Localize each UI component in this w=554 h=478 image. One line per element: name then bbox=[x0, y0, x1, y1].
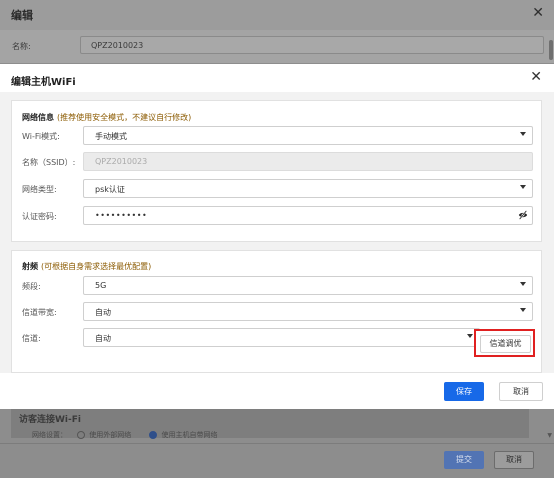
background-guest-network-label: 网络设置： bbox=[32, 431, 67, 439]
wifi-mode-select[interactable]: 手动模式 bbox=[83, 126, 533, 145]
background-guest-option-external: 使用外部网络 bbox=[77, 431, 139, 439]
channel-value: 自动 bbox=[95, 334, 111, 343]
channel-tune-button[interactable]: 信道调优 bbox=[480, 335, 531, 353]
radio-off-icon bbox=[77, 431, 86, 439]
background-scrollbar bbox=[549, 40, 553, 60]
network-type-select[interactable]: psk认证 bbox=[83, 179, 533, 198]
radio-frequency-title: 射频 bbox=[22, 262, 38, 271]
background-guest-title: 访客连接Wi-Fi bbox=[19, 415, 81, 425]
chevron-down-icon bbox=[520, 282, 526, 286]
background-scroll-down-icon: ▼ bbox=[547, 432, 552, 439]
ssid-label: 名称（SSID）: bbox=[22, 158, 76, 167]
network-info-panel: 网络信息 (推荐使用安全模式，不建议自行修改) Wi-Fi模式: 手动模式 名称（… bbox=[11, 100, 542, 242]
radio-frequency-heading: 射频 (可根据自身需求选择最优配置) bbox=[22, 261, 151, 272]
background-guest-option-host-label: 使用主机自带网络 bbox=[161, 431, 218, 439]
background-guest-network-row: 网络设置： 使用外部网络 使用主机自带网络 bbox=[32, 430, 233, 440]
channel-select[interactable]: 自动 bbox=[83, 328, 480, 347]
channel-tune-highlight: 信道调优 bbox=[474, 329, 535, 357]
background-name-value: QPZ2010023 bbox=[91, 41, 144, 50]
chevron-down-icon bbox=[520, 185, 526, 189]
radio-frequency-panel: 射频 (可根据自身需求选择最优配置) 频段: 5G 信道带宽: 自动 信道: 自动 bbox=[11, 250, 542, 373]
password-label: 认证密码: bbox=[22, 212, 57, 221]
modal-title: 编辑主机WiFi bbox=[11, 77, 76, 88]
background-guest-option-host: 使用主机自带网络 bbox=[149, 431, 225, 439]
background-footer-divider bbox=[0, 443, 554, 444]
background-dialog-header bbox=[0, 0, 554, 30]
edit-wifi-modal: 编辑主机WiFi ✕ 网络信息 (推荐使用安全模式，不建议自行修改) Wi-Fi模… bbox=[0, 64, 554, 409]
channel-width-select[interactable]: 自动 bbox=[83, 302, 533, 321]
chevron-down-icon bbox=[520, 308, 526, 312]
background-cancel-button: 取消 bbox=[494, 451, 534, 469]
background-close-icon: ✕ bbox=[532, 5, 544, 21]
ssid-input: QPZ2010023 bbox=[83, 152, 533, 171]
wifi-mode-value: 手动模式 bbox=[95, 132, 127, 141]
ssid-value: QPZ2010023 bbox=[95, 157, 148, 166]
cancel-button[interactable]: 取消 bbox=[499, 382, 543, 401]
network-info-hint: (推荐使用安全模式，不建议自行修改) bbox=[57, 113, 192, 122]
wifi-mode-label: Wi-Fi模式: bbox=[22, 132, 60, 141]
close-icon[interactable]: ✕ bbox=[530, 69, 542, 85]
radio-frequency-hint: (可根据自身需求选择最优配置) bbox=[41, 262, 152, 271]
modal-body: 网络信息 (推荐使用安全模式，不建议自行修改) Wi-Fi模式: 手动模式 名称（… bbox=[0, 92, 554, 373]
background-dialog-title: 编辑 bbox=[11, 9, 33, 22]
background-name-label: 名称: bbox=[12, 42, 31, 51]
band-value: 5G bbox=[95, 281, 107, 290]
band-select[interactable]: 5G bbox=[83, 276, 533, 295]
network-info-heading: 网络信息 (推荐使用安全模式，不建议自行修改) bbox=[22, 112, 191, 123]
background-name-input: QPZ2010023 bbox=[80, 36, 544, 54]
chevron-down-icon bbox=[520, 132, 526, 136]
save-button[interactable]: 保存 bbox=[444, 382, 484, 401]
modal-footer: 保存 取消 bbox=[0, 373, 554, 409]
background-guest-option-external-label: 使用外部网络 bbox=[89, 431, 132, 439]
password-value: •••••••••• bbox=[95, 211, 148, 220]
channel-label: 信道: bbox=[22, 334, 41, 343]
eye-hidden-icon[interactable] bbox=[518, 210, 528, 220]
background-submit-button: 提交 bbox=[444, 451, 484, 469]
radio-on-icon bbox=[149, 431, 158, 439]
password-input[interactable]: •••••••••• bbox=[83, 206, 533, 225]
channel-width-value: 自动 bbox=[95, 308, 111, 317]
band-label: 频段: bbox=[22, 282, 41, 291]
channel-width-label: 信道带宽: bbox=[22, 308, 57, 317]
network-info-title: 网络信息 bbox=[22, 113, 54, 122]
chevron-down-icon bbox=[467, 334, 473, 338]
network-type-value: psk认证 bbox=[95, 185, 125, 194]
network-type-label: 网络类型: bbox=[22, 185, 57, 194]
